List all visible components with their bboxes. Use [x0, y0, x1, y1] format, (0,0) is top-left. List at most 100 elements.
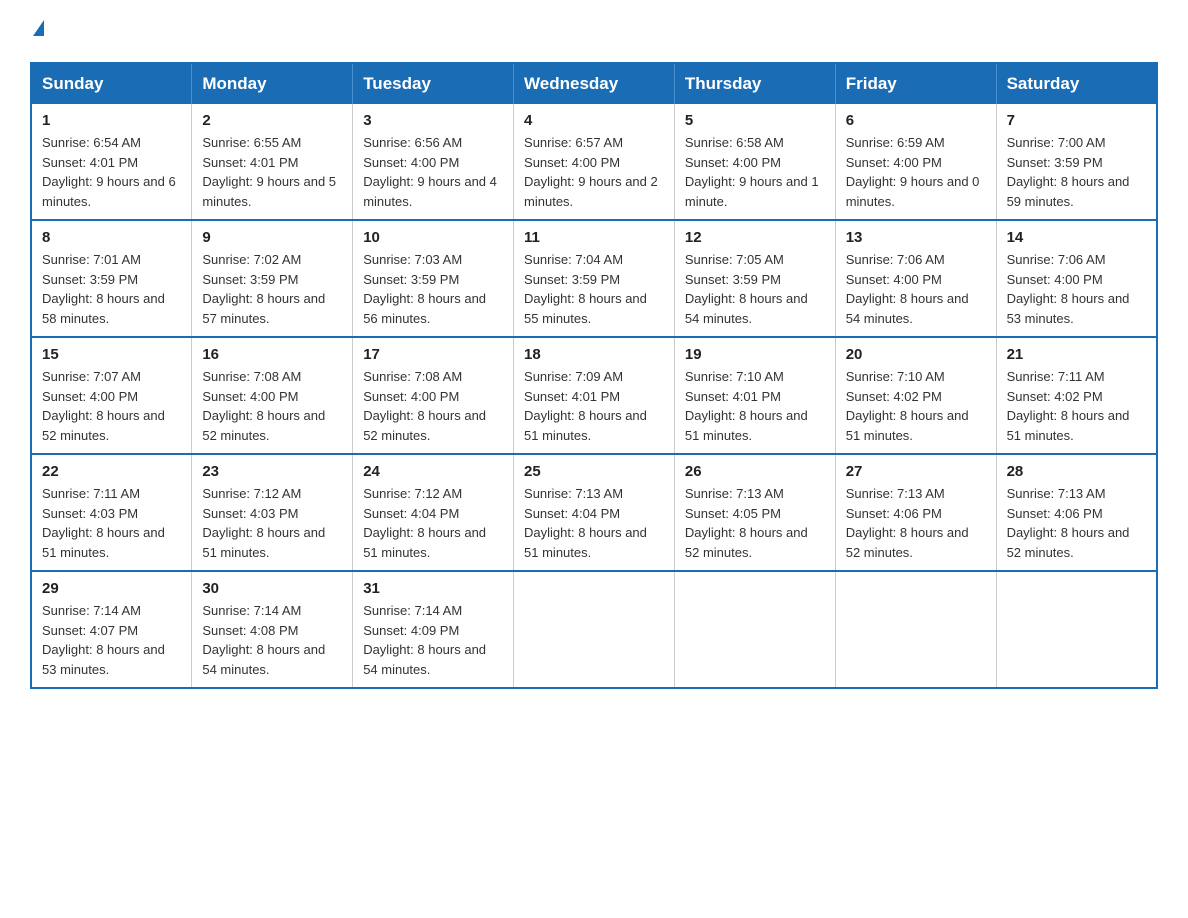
day-info: Sunrise: 7:01 AMSunset: 3:59 PMDaylight:… — [42, 250, 181, 328]
calendar-cell: 11 Sunrise: 7:04 AMSunset: 3:59 PMDayligh… — [514, 220, 675, 337]
calendar-cell: 21 Sunrise: 7:11 AMSunset: 4:02 PMDayligh… — [996, 337, 1157, 454]
day-number: 16 — [202, 346, 342, 363]
day-info: Sunrise: 7:08 AMSunset: 4:00 PMDaylight:… — [363, 367, 503, 445]
day-info: Sunrise: 7:09 AMSunset: 4:01 PMDaylight:… — [524, 367, 664, 445]
calendar-week-5: 29 Sunrise: 7:14 AMSunset: 4:07 PMDayligh… — [31, 571, 1157, 688]
calendar-cell: 9Sunrise: 7:02 AMSunset: 3:59 PMDaylight… — [192, 220, 353, 337]
calendar-cell: 30 Sunrise: 7:14 AMSunset: 4:08 PMDayligh… — [192, 571, 353, 688]
calendar-table: SundayMondayTuesdayWednesdayThursdayFrid… — [30, 62, 1158, 689]
day-number: 6 — [846, 112, 986, 129]
day-info: Sunrise: 7:00 AMSunset: 3:59 PMDaylight:… — [1007, 133, 1146, 211]
day-info: Sunrise: 7:10 AMSunset: 4:02 PMDaylight:… — [846, 367, 986, 445]
day-info: Sunrise: 7:04 AMSunset: 3:59 PMDaylight:… — [524, 250, 664, 328]
header-cell-sunday: Sunday — [31, 63, 192, 104]
day-number: 13 — [846, 229, 986, 246]
day-number: 15 — [42, 346, 181, 363]
day-info: Sunrise: 7:07 AMSunset: 4:00 PMDaylight:… — [42, 367, 181, 445]
day-number: 18 — [524, 346, 664, 363]
day-number: 21 — [1007, 346, 1146, 363]
day-number: 2 — [202, 112, 342, 129]
header-cell-saturday: Saturday — [996, 63, 1157, 104]
calendar-week-1: 1 Sunrise: 6:54 AMSunset: 4:01 PMDaylight… — [31, 104, 1157, 220]
calendar-cell: 23 Sunrise: 7:12 AMSunset: 4:03 PMDayligh… — [192, 454, 353, 571]
calendar-header: SundayMondayTuesdayWednesdayThursdayFrid… — [31, 63, 1157, 104]
day-number: 11 — [524, 229, 664, 246]
day-number: 27 — [846, 463, 986, 480]
calendar-cell: 8 Sunrise: 7:01 AMSunset: 3:59 PMDaylight… — [31, 220, 192, 337]
day-number: 19 — [685, 346, 825, 363]
header-cell-tuesday: Tuesday — [353, 63, 514, 104]
day-info: Sunrise: 7:14 AMSunset: 4:08 PMDaylight:… — [202, 601, 342, 679]
day-info: Sunrise: 7:08 AMSunset: 4:00 PMDaylight:… — [202, 367, 342, 445]
calendar-week-4: 22 Sunrise: 7:11 AMSunset: 4:03 PMDayligh… — [31, 454, 1157, 571]
calendar-cell: 2 Sunrise: 6:55 AMSunset: 4:01 PMDaylight… — [192, 104, 353, 220]
day-info: Sunrise: 6:54 AMSunset: 4:01 PMDaylight:… — [42, 133, 181, 211]
header-cell-wednesday: Wednesday — [514, 63, 675, 104]
calendar-week-3: 15 Sunrise: 7:07 AMSunset: 4:00 PMDayligh… — [31, 337, 1157, 454]
calendar-cell: 5Sunrise: 6:58 AMSunset: 4:00 PMDaylight… — [674, 104, 835, 220]
day-info: Sunrise: 7:13 AMSunset: 4:06 PMDaylight:… — [1007, 484, 1146, 562]
day-number: 22 — [42, 463, 181, 480]
header-cell-friday: Friday — [835, 63, 996, 104]
header-cell-monday: Monday — [192, 63, 353, 104]
day-info: Sunrise: 7:05 AMSunset: 3:59 PMDaylight:… — [685, 250, 825, 328]
day-number: 3 — [363, 112, 503, 129]
calendar-cell: 4 Sunrise: 6:57 AMSunset: 4:00 PMDaylight… — [514, 104, 675, 220]
day-number: 28 — [1007, 463, 1146, 480]
day-number: 31 — [363, 580, 503, 597]
day-number: 7 — [1007, 112, 1146, 129]
header-cell-thursday: Thursday — [674, 63, 835, 104]
page-header — [30, 20, 1158, 42]
calendar-cell: 16 Sunrise: 7:08 AMSunset: 4:00 PMDayligh… — [192, 337, 353, 454]
day-number: 4 — [524, 112, 664, 129]
calendar-cell: 19Sunrise: 7:10 AMSunset: 4:01 PMDayligh… — [674, 337, 835, 454]
day-info: Sunrise: 7:02 AMSunset: 3:59 PMDaylight:… — [202, 250, 342, 328]
calendar-cell: 20 Sunrise: 7:10 AMSunset: 4:02 PMDayligh… — [835, 337, 996, 454]
day-number: 23 — [202, 463, 342, 480]
calendar-cell: 18 Sunrise: 7:09 AMSunset: 4:01 PMDayligh… — [514, 337, 675, 454]
day-info: Sunrise: 7:06 AMSunset: 4:00 PMDaylight:… — [846, 250, 986, 328]
calendar-cell: 12 Sunrise: 7:05 AMSunset: 3:59 PMDayligh… — [674, 220, 835, 337]
calendar-cell: 17 Sunrise: 7:08 AMSunset: 4:00 PMDayligh… — [353, 337, 514, 454]
day-number: 20 — [846, 346, 986, 363]
day-number: 25 — [524, 463, 664, 480]
day-info: Sunrise: 7:13 AMSunset: 4:04 PMDaylight:… — [524, 484, 664, 562]
day-info: Sunrise: 7:14 AMSunset: 4:07 PMDaylight:… — [42, 601, 181, 679]
calendar-cell: 15 Sunrise: 7:07 AMSunset: 4:00 PMDayligh… — [31, 337, 192, 454]
calendar-cell: 14Sunrise: 7:06 AMSunset: 4:00 PMDayligh… — [996, 220, 1157, 337]
calendar-cell: 3 Sunrise: 6:56 AMSunset: 4:00 PMDaylight… — [353, 104, 514, 220]
calendar-cell — [514, 571, 675, 688]
day-number: 24 — [363, 463, 503, 480]
day-info: Sunrise: 7:13 AMSunset: 4:06 PMDaylight:… — [846, 484, 986, 562]
day-number: 10 — [363, 229, 503, 246]
day-number: 1 — [42, 112, 181, 129]
logo-arrow-icon — [33, 20, 44, 36]
day-info: Sunrise: 7:11 AMSunset: 4:03 PMDaylight:… — [42, 484, 181, 562]
calendar-cell — [674, 571, 835, 688]
day-info: Sunrise: 7:06 AMSunset: 4:00 PMDaylight:… — [1007, 250, 1146, 328]
calendar-cell: 1 Sunrise: 6:54 AMSunset: 4:01 PMDaylight… — [31, 104, 192, 220]
calendar-week-2: 8 Sunrise: 7:01 AMSunset: 3:59 PMDaylight… — [31, 220, 1157, 337]
calendar-cell — [996, 571, 1157, 688]
day-info: Sunrise: 7:11 AMSunset: 4:02 PMDaylight:… — [1007, 367, 1146, 445]
day-number: 29 — [42, 580, 181, 597]
day-info: Sunrise: 6:55 AMSunset: 4:01 PMDaylight:… — [202, 133, 342, 211]
calendar-cell: 26Sunrise: 7:13 AMSunset: 4:05 PMDayligh… — [674, 454, 835, 571]
calendar-cell: 13 Sunrise: 7:06 AMSunset: 4:00 PMDayligh… — [835, 220, 996, 337]
day-info: Sunrise: 7:13 AMSunset: 4:05 PMDaylight:… — [685, 484, 825, 562]
day-number: 12 — [685, 229, 825, 246]
day-number: 17 — [363, 346, 503, 363]
day-info: Sunrise: 6:56 AMSunset: 4:00 PMDaylight:… — [363, 133, 503, 211]
calendar-cell — [835, 571, 996, 688]
calendar-cell: 22 Sunrise: 7:11 AMSunset: 4:03 PMDayligh… — [31, 454, 192, 571]
day-number: 30 — [202, 580, 342, 597]
day-info: Sunrise: 6:57 AMSunset: 4:00 PMDaylight:… — [524, 133, 664, 211]
calendar-cell: 31 Sunrise: 7:14 AMSunset: 4:09 PMDayligh… — [353, 571, 514, 688]
day-info: Sunrise: 7:14 AMSunset: 4:09 PMDaylight:… — [363, 601, 503, 679]
day-info: Sunrise: 7:12 AMSunset: 4:03 PMDaylight:… — [202, 484, 342, 562]
calendar-cell: 6Sunrise: 6:59 AMSunset: 4:00 PMDaylight… — [835, 104, 996, 220]
calendar-cell: 24Sunrise: 7:12 AMSunset: 4:04 PMDayligh… — [353, 454, 514, 571]
day-number: 5 — [685, 112, 825, 129]
calendar-body: 1 Sunrise: 6:54 AMSunset: 4:01 PMDaylight… — [31, 104, 1157, 688]
day-number: 8 — [42, 229, 181, 246]
